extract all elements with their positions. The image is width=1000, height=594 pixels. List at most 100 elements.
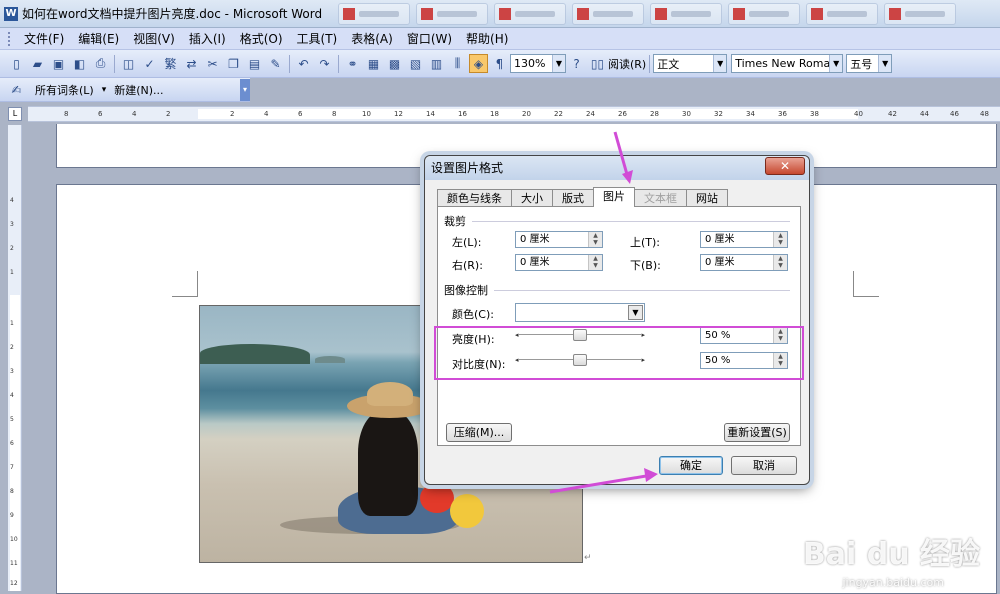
- spelling-icon[interactable]: ✓: [140, 54, 159, 73]
- ruler-tick: 14: [426, 110, 435, 118]
- ruler-tick: 16: [458, 110, 467, 118]
- separator: [114, 54, 115, 73]
- paste-icon[interactable]: ▤: [245, 54, 264, 73]
- ruler-tick: 46: [950, 110, 959, 118]
- vertical-ruler[interactable]: 4 3 2 1 1 2 3 4 5 6 7 8 9 10 11 12: [8, 125, 22, 591]
- copy-icon[interactable]: ❐: [224, 54, 243, 73]
- ruler-tick: 4: [10, 392, 14, 399]
- menu-format[interactable]: 格式(O): [233, 28, 290, 50]
- taskbar-tab[interactable]: [806, 2, 879, 25]
- ruler-tick: 2: [10, 245, 14, 252]
- print-preview-icon[interactable]: ◫: [119, 54, 138, 73]
- font-select[interactable]: Times New Roman ▼: [731, 54, 844, 73]
- cut-icon[interactable]: ✂: [203, 54, 222, 73]
- ruler-tick: 10: [362, 110, 371, 118]
- ok-button[interactable]: 确定: [659, 456, 723, 475]
- read-mode-icon[interactable]: ▯▯: [588, 54, 607, 73]
- ruler-tick: 36: [778, 110, 787, 118]
- ruler-tick: 4: [132, 110, 137, 118]
- crop-top-input[interactable]: 0 厘米 ▲ ▼: [700, 231, 788, 248]
- menu-tools[interactable]: 工具(T): [290, 28, 345, 50]
- taskbar-tab[interactable]: [416, 2, 489, 25]
- menu-help[interactable]: 帮助(H): [459, 28, 515, 50]
- zoom-select[interactable]: 130% ▼: [510, 54, 566, 73]
- taskbar-tab[interactable]: [728, 2, 801, 25]
- separator: [649, 54, 651, 73]
- open-icon[interactable]: ▰: [28, 54, 47, 73]
- drawing-icon[interactable]: ⫼: [448, 54, 467, 73]
- spin-arrows-icon[interactable]: ▲ ▼: [773, 232, 787, 247]
- research-icon[interactable]: 繁: [161, 54, 180, 73]
- show-hide-icon[interactable]: ¶: [490, 54, 509, 73]
- menu-insert[interactable]: 插入(I): [182, 28, 233, 50]
- menu-table[interactable]: 表格(A): [344, 28, 400, 50]
- margin-mark: [172, 271, 198, 297]
- margin-mark: [853, 271, 879, 297]
- hyperlink-icon[interactable]: ⚭: [343, 54, 362, 73]
- menu-file[interactable]: 文件(F): [17, 28, 71, 50]
- font-size-select[interactable]: 五号 ▼: [846, 54, 893, 73]
- horizontal-ruler[interactable]: 8 6 4 2 2 4 6 8 10 12 14 16 18 20 22 24 …: [28, 106, 1000, 122]
- ruler-tick: 5: [10, 416, 14, 423]
- tab-colors-lines[interactable]: 颜色与线条: [437, 189, 512, 207]
- arrow-to-tab: [613, 131, 630, 179]
- tab-web[interactable]: 网站: [686, 189, 728, 207]
- new-doc-icon[interactable]: ▯: [7, 54, 26, 73]
- insert-table-icon[interactable]: ▩: [385, 54, 404, 73]
- style-select[interactable]: 正文 ▼: [653, 54, 728, 73]
- menu-view[interactable]: 视图(V): [126, 28, 182, 50]
- toolbar-options-icon[interactable]: ▾: [240, 78, 250, 101]
- red-balloon: [420, 483, 454, 513]
- columns-icon[interactable]: ▥: [427, 54, 446, 73]
- new-entry-button[interactable]: 新建(N)...: [106, 82, 171, 98]
- taskbar-tab[interactable]: [650, 2, 723, 25]
- tables-borders-icon[interactable]: ▦: [364, 54, 383, 73]
- watermark-url: jingyan.baidu.com: [842, 576, 944, 589]
- window-title: 如何在word文档中提升图片亮度.doc - Microsoft Word: [22, 7, 323, 21]
- read-button[interactable]: 阅读(R): [608, 56, 646, 72]
- chevron-down-icon: ▼: [713, 55, 727, 72]
- taskbar-tab[interactable]: [338, 2, 411, 25]
- print-icon[interactable]: ⎙: [91, 54, 110, 73]
- separator: [338, 54, 339, 73]
- paragraph-mark-icon: ↵: [584, 553, 592, 563]
- close-button[interactable]: ✕: [765, 157, 805, 175]
- redo-icon[interactable]: ↷: [315, 54, 334, 73]
- insert-excel-icon[interactable]: ▧: [406, 54, 425, 73]
- taskbar-tab[interactable]: [572, 2, 645, 25]
- menu-grip-icon[interactable]: [8, 31, 11, 46]
- translate-icon[interactable]: ⇄: [182, 54, 201, 73]
- reset-button[interactable]: 重新设置(S): [724, 423, 790, 442]
- ruler-tick: 8: [64, 110, 69, 118]
- format-painter-icon[interactable]: ✎: [266, 54, 285, 73]
- ruler-tick: 22: [554, 110, 563, 118]
- ruler-tick: 3: [10, 368, 14, 375]
- compress-button[interactable]: 压缩(M)...: [446, 423, 512, 442]
- ruler-tick: 6: [98, 110, 103, 118]
- save-icon[interactable]: ▣: [49, 54, 68, 73]
- undo-icon[interactable]: ↶: [294, 54, 313, 73]
- ruler-tick: 28: [650, 110, 659, 118]
- style-value: 正文: [657, 57, 680, 71]
- ruler-tick: 8: [10, 488, 14, 495]
- island: [200, 344, 310, 364]
- tab-selector[interactable]: L: [8, 107, 22, 121]
- spin-arrows-icon[interactable]: ▲ ▼: [773, 255, 787, 270]
- autotext-icon[interactable]: ✍: [7, 80, 26, 99]
- menu-edit[interactable]: 编辑(E): [71, 28, 126, 50]
- font-size-value: 五号: [850, 57, 873, 71]
- all-entries-button[interactable]: 所有词条(L): [27, 82, 102, 98]
- taskbar-tab[interactable]: [884, 2, 957, 25]
- taskbar-tab[interactable]: [494, 2, 567, 25]
- ruler-tick: 40: [854, 110, 863, 118]
- permission-icon[interactable]: ◧: [70, 54, 89, 73]
- taskbar-tabs: [332, 2, 957, 25]
- ruler-tick: 6: [298, 110, 303, 118]
- crop-bottom-input[interactable]: 0 厘米 ▲ ▼: [700, 254, 788, 271]
- document-map-icon[interactable]: ◈: [469, 54, 488, 73]
- tab-picture[interactable]: 图片: [593, 187, 635, 207]
- menu-window[interactable]: 窗口(W): [400, 28, 459, 50]
- help-icon[interactable]: ?: [567, 54, 586, 73]
- baidu-watermark: Bai du 经验: [802, 537, 980, 572]
- cancel-button[interactable]: 取消: [731, 456, 797, 475]
